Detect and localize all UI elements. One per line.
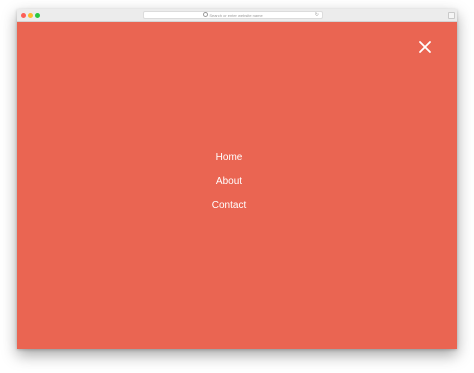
menu-item-home[interactable]: Home xyxy=(17,152,441,164)
fullscreen-menu: Home About Contact xyxy=(17,9,457,349)
menu-item-about[interactable]: About xyxy=(17,176,441,188)
browser-window: Search or enter website name ↻ Home Abou… xyxy=(17,9,457,349)
close-icon[interactable] xyxy=(418,40,432,54)
menu-item-contact[interactable]: Contact xyxy=(17,200,441,212)
